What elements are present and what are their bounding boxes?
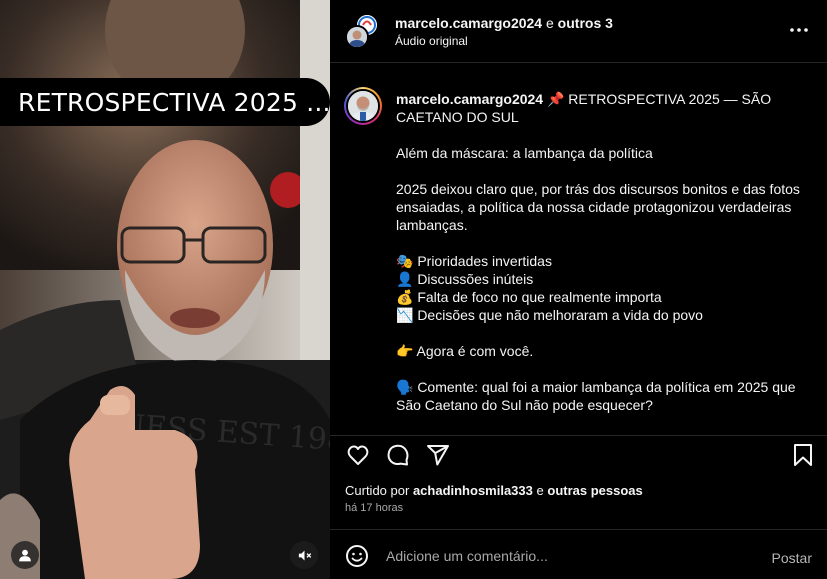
likes-prefix: Curtido por xyxy=(345,483,410,498)
post-panel: marcelo.camargo2024 e outros 3 Áudio ori… xyxy=(330,0,827,579)
author-username[interactable]: marcelo.camargo2024 xyxy=(395,15,542,31)
original-audio-link[interactable]: Áudio original xyxy=(395,34,468,48)
caption-avatar[interactable] xyxy=(344,87,382,125)
reel-video[interactable]: GUESS EST 1981 RETROSPECTIVA 2025 ... xyxy=(0,0,330,579)
bookmark-icon xyxy=(794,444,812,466)
mute-button[interactable] xyxy=(290,541,318,569)
post-comment-button[interactable]: Postar xyxy=(772,550,812,566)
post-authors[interactable]: marcelo.camargo2024 e outros 3 xyxy=(395,15,613,31)
tagged-user-button[interactable] xyxy=(11,541,39,569)
emoji-icon xyxy=(346,545,368,567)
caption-section: marcelo.camargo2024 📌 RETROSPECTIVA 2025… xyxy=(330,63,827,435)
action-bar xyxy=(330,435,827,477)
post-caption: marcelo.camargo2024 📌 RETROSPECTIVA 2025… xyxy=(396,90,816,414)
collab-avatar-person xyxy=(345,25,369,49)
liked-by-user-link[interactable]: achadinhosmila333 xyxy=(413,483,533,498)
comment-icon xyxy=(387,444,409,466)
likes-joiner: e xyxy=(536,483,544,498)
save-button[interactable] xyxy=(789,441,817,469)
comment-bar: Postar xyxy=(330,529,827,579)
collab-avatars[interactable] xyxy=(345,13,381,49)
likes-summary: Curtido por achadinhosmila333 e outras p… xyxy=(345,483,643,498)
author-separator: e xyxy=(545,15,554,31)
more-options-button[interactable] xyxy=(788,20,810,40)
video-overlay-text: RETROSPECTIVA 2025 ... xyxy=(18,87,330,117)
user-icon xyxy=(19,549,31,562)
like-button[interactable] xyxy=(344,441,372,469)
comment-input[interactable] xyxy=(386,544,746,568)
share-icon xyxy=(427,445,449,466)
liked-by-others-link[interactable]: outras pessoas xyxy=(547,483,642,498)
share-button[interactable] xyxy=(424,441,452,469)
caption-text: 📌 RETROSPECTIVA 2025 — SÃO CAETANO DO SU… xyxy=(396,91,800,413)
emoji-button[interactable] xyxy=(345,544,369,568)
post-header: marcelo.camargo2024 e outros 3 Áudio ori… xyxy=(330,0,827,63)
profile-photo xyxy=(348,91,378,121)
post-timestamp[interactable]: há 17 horas xyxy=(345,502,403,514)
heart-icon xyxy=(347,445,369,465)
caption-username[interactable]: marcelo.camargo2024 xyxy=(396,91,543,107)
mute-icon xyxy=(298,550,311,560)
more-horizontal-icon xyxy=(790,28,808,32)
person-photo xyxy=(347,27,367,47)
other-authors-link[interactable]: outros 3 xyxy=(558,15,613,31)
comment-button[interactable] xyxy=(384,441,412,469)
video-overlay-title: RETROSPECTIVA 2025 ... xyxy=(0,78,330,126)
